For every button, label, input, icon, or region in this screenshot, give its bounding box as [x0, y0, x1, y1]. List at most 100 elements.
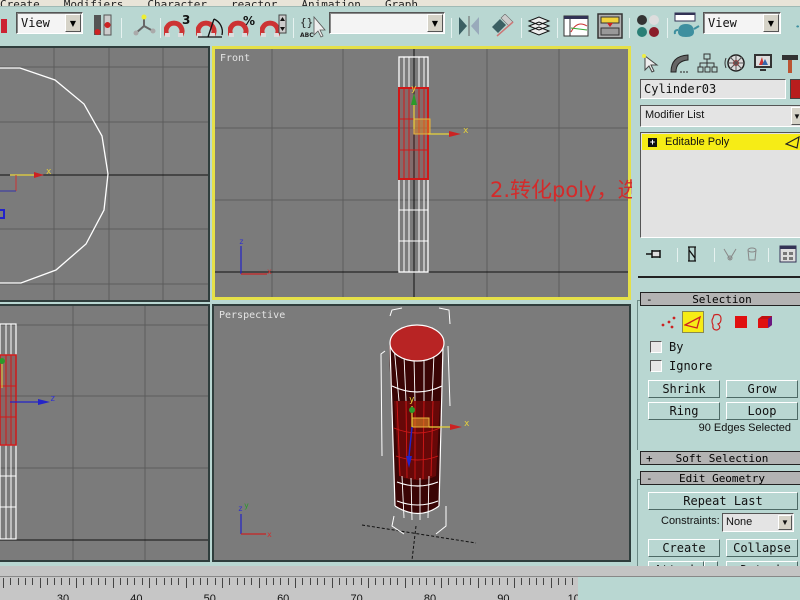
- render-scene-button[interactable]: [672, 12, 700, 40]
- timeline-tick: [192, 578, 194, 585]
- grow-button[interactable]: Grow: [726, 380, 798, 398]
- render-type-dropdown[interactable]: View ▼: [703, 12, 781, 34]
- border-level-button[interactable]: [706, 311, 728, 333]
- by-vertex-checkbox-row[interactable]: By: [650, 340, 683, 354]
- viewport-left[interactable]: z: [0, 304, 210, 562]
- show-end-result-button[interactable]: [682, 244, 702, 264]
- timeline-tick: [39, 578, 41, 588]
- chevron-down-icon: ▼: [791, 107, 800, 125]
- align-icon: [492, 14, 514, 37]
- element-level-button[interactable]: [754, 311, 776, 333]
- expand-plus-icon[interactable]: +: [648, 137, 657, 147]
- use-pivot-center-icon: [94, 14, 112, 36]
- reference-coordinate-dropdown[interactable]: View ▼: [16, 12, 83, 34]
- border-icon: [711, 313, 722, 331]
- chevron-down-icon: ▼: [427, 14, 443, 32]
- shrink-button[interactable]: Shrink: [648, 380, 720, 398]
- edit-named-selection-button[interactable]: {} ABC: [298, 12, 326, 40]
- polygon-level-button[interactable]: [730, 311, 752, 333]
- chevron-down-icon: ▼: [778, 515, 792, 530]
- remove-modifier-button[interactable]: [742, 244, 762, 264]
- timeline-tick: [338, 578, 340, 585]
- configure-sets-icon: [779, 245, 797, 263]
- svg-text:3: 3: [182, 13, 190, 27]
- vertex-level-button[interactable]: [658, 311, 680, 333]
- loop-button[interactable]: Loop: [726, 402, 798, 420]
- ring-button[interactable]: Ring: [648, 402, 720, 420]
- select-and-scale-button[interactable]: [0, 12, 8, 40]
- timeline-tick: [535, 578, 537, 585]
- modifier-list-dropdown[interactable]: Modifier List ▼: [640, 105, 800, 127]
- motion-tab[interactable]: [722, 50, 748, 76]
- viewport-perspective-canvas: y x z y x: [238, 307, 477, 560]
- timeline-tick: [185, 578, 187, 588]
- named-selection-dropdown[interactable]: ▼: [329, 12, 445, 34]
- timeline-tick: [572, 578, 574, 585]
- timeline-tick-label: 40: [130, 593, 143, 600]
- viewport-top[interactable]: x: [0, 46, 210, 302]
- timeline-tick: [229, 578, 231, 585]
- edge-level-button[interactable]: [682, 311, 704, 333]
- create-tab[interactable]: [638, 50, 664, 76]
- collapse-button[interactable]: Collapse: [726, 539, 798, 557]
- timeline-tick: [222, 578, 223, 588]
- use-pivot-center-button[interactable]: [90, 12, 116, 40]
- timeline-tick: [105, 578, 107, 585]
- svg-text:z: z: [239, 237, 244, 246]
- stack-item-editable-poly[interactable]: + Editable Poly: [642, 134, 800, 150]
- timeline-ruler[interactable]: 30 40 50 60 70 80 90 100: [0, 576, 586, 600]
- utilities-hammer-icon: [782, 55, 798, 73]
- select-and-manipulate-button[interactable]: [130, 12, 158, 40]
- trash-icon: [747, 247, 757, 261]
- edit-named-selection-icon: {} ABC: [300, 15, 326, 39]
- object-name-field[interactable]: Cylinder03: [640, 79, 786, 99]
- hierarchy-tab[interactable]: [694, 50, 720, 76]
- angle-snap-button[interactable]: [196, 12, 224, 40]
- modify-tab[interactable]: [666, 50, 692, 76]
- schematic-view-button[interactable]: [596, 12, 624, 40]
- toolbar-separator: [451, 18, 452, 38]
- soft-selection-rollout-header[interactable]: + Soft Selection: [640, 451, 800, 465]
- viewport-front[interactable]: Front y x z x: [212, 46, 631, 300]
- chevron-down-icon: ▼: [65, 14, 81, 32]
- timeline-tick: [273, 578, 275, 585]
- make-unique-button[interactable]: [720, 244, 740, 264]
- spinner-snap-button[interactable]: [260, 12, 288, 40]
- layer-manager-button[interactable]: [526, 12, 552, 40]
- configure-modifier-sets-button[interactable]: [778, 244, 798, 264]
- timeline-tick: [528, 578, 530, 585]
- timeline-tick: [10, 578, 12, 585]
- material-editor-icon: [637, 15, 659, 37]
- menu-item[interactable]: reactor: [231, 0, 277, 6]
- selection-rollout-header[interactable]: - Selection: [640, 292, 800, 306]
- utilities-tab[interactable]: [778, 50, 800, 76]
- align-button[interactable]: [488, 12, 516, 40]
- create-button[interactable]: Create: [648, 539, 720, 557]
- menu-item[interactable]: Animation: [301, 0, 361, 6]
- ignore-backfacing-checkbox[interactable]: [650, 360, 662, 372]
- by-vertex-checkbox[interactable]: [650, 341, 662, 353]
- percent-snap-icon: %: [228, 14, 255, 37]
- display-tab[interactable]: [750, 50, 776, 76]
- quick-render-button[interactable]: [786, 12, 800, 40]
- object-color-swatch[interactable]: [790, 79, 800, 99]
- timeline[interactable]: 30 40 50 60 70 80 90 100: [0, 566, 800, 600]
- constraints-dropdown[interactable]: None ▼: [722, 513, 794, 532]
- snap-3d-toggle-button[interactable]: 3: [164, 12, 192, 40]
- material-editor-button[interactable]: [634, 12, 662, 40]
- mirror-button[interactable]: [456, 12, 482, 40]
- edit-geometry-rollout-header[interactable]: - Edit Geometry: [640, 471, 800, 485]
- menu-item[interactable]: Character: [147, 0, 207, 6]
- pin-stack-button[interactable]: [644, 244, 664, 264]
- viewport-perspective[interactable]: Perspective y x z y x: [212, 304, 631, 562]
- select-and-manipulate-icon: [133, 14, 156, 36]
- menu-item[interactable]: Create: [0, 0, 40, 6]
- pin-icon: [646, 250, 661, 258]
- ignore-backfacing-checkbox-row[interactable]: Ignore: [650, 359, 712, 373]
- menu-item[interactable]: Modifiers: [64, 0, 124, 6]
- percent-snap-button[interactable]: %: [228, 12, 256, 40]
- curve-editor-button[interactable]: [562, 12, 590, 40]
- motion-wheel-icon: [724, 54, 745, 72]
- repeat-last-button[interactable]: Repeat Last: [648, 492, 798, 510]
- timeline-tick: [280, 578, 282, 585]
